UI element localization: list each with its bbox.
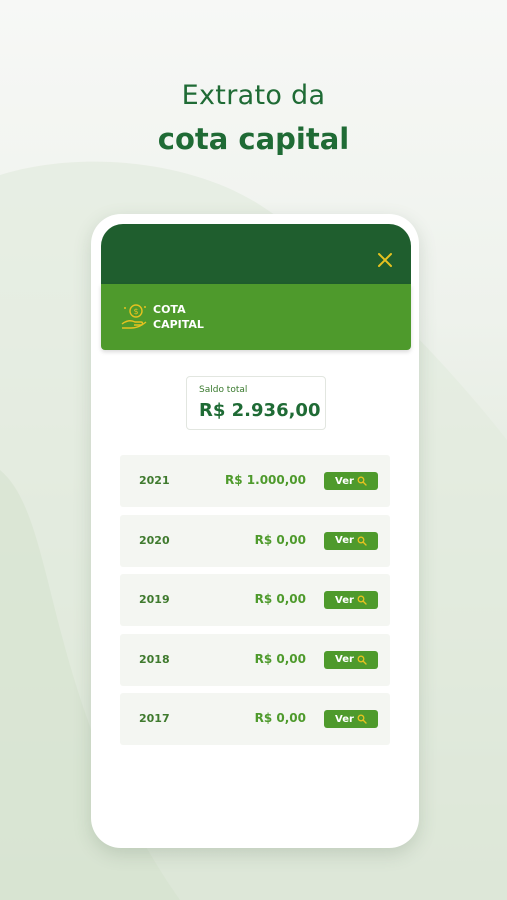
- ver-button-label: Ver: [335, 713, 354, 725]
- search-icon: [357, 595, 367, 605]
- search-icon: [357, 714, 367, 724]
- year-label: 2019: [139, 593, 170, 606]
- headline-line1: Extrato da: [181, 80, 326, 111]
- ver-button[interactable]: Ver: [324, 591, 378, 609]
- year-label: 2021: [139, 474, 170, 487]
- ver-button[interactable]: Ver: [324, 650, 378, 669]
- ver-button-label: Ver: [335, 594, 354, 606]
- year-row: 2020 R$ 0,00 Ver: [120, 514, 390, 567]
- headline-line2: cota capital: [157, 122, 350, 156]
- year-amount: R$ 0,00: [254, 711, 306, 725]
- ver-button[interactable]: Ver: [324, 710, 378, 728]
- year-row: 2019 R$ 0,00 Ver: [120, 574, 390, 626]
- ver-button[interactable]: Ver: [324, 531, 378, 550]
- section-title-line2: CAPITAL: [153, 318, 204, 331]
- phone-frame: $ COTA CAPITAL Saldo total R$ 2.936,00 2…: [91, 214, 419, 848]
- year-row: 2021 R$ 1.000,00 Ver: [120, 455, 390, 507]
- ver-button[interactable]: Ver: [324, 472, 378, 490]
- year-label: 2018: [139, 652, 170, 666]
- saldo-total-card: Saldo total R$ 2.936,00: [186, 376, 326, 430]
- coins-hand-icon: $: [121, 304, 147, 329]
- section-title-line1: COTA: [153, 303, 186, 316]
- close-icon: [378, 253, 392, 267]
- search-icon: [357, 536, 367, 546]
- year-row: 2018 R$ 0,00 Ver: [120, 633, 390, 686]
- search-icon: [357, 655, 367, 665]
- year-row: 2017 R$ 0,00 Ver: [120, 693, 390, 745]
- year-list: 2021 R$ 1.000,00 Ver 2020 R$ 0,00 Ver 20…: [120, 455, 390, 753]
- svg-text:$: $: [133, 307, 138, 316]
- year-label: 2017: [139, 712, 170, 725]
- search-icon: [357, 476, 367, 486]
- ver-button-label: Ver: [335, 475, 354, 487]
- ver-button-label: Ver: [335, 535, 354, 546]
- ver-button-label: Ver: [335, 654, 354, 665]
- section-title: COTA CAPITAL: [153, 302, 273, 332]
- year-amount: R$ 0,00: [254, 651, 306, 666]
- section-header: $ COTA CAPITAL: [101, 284, 411, 350]
- saldo-label: Saldo total: [199, 385, 248, 395]
- year-amount: R$ 1.000,00: [225, 473, 306, 487]
- year-amount: R$ 0,00: [254, 532, 306, 547]
- close-button[interactable]: [375, 250, 395, 270]
- year-label: 2020: [139, 533, 170, 547]
- year-amount: R$ 0,00: [254, 592, 306, 606]
- saldo-value: R$ 2.936,00: [199, 400, 321, 421]
